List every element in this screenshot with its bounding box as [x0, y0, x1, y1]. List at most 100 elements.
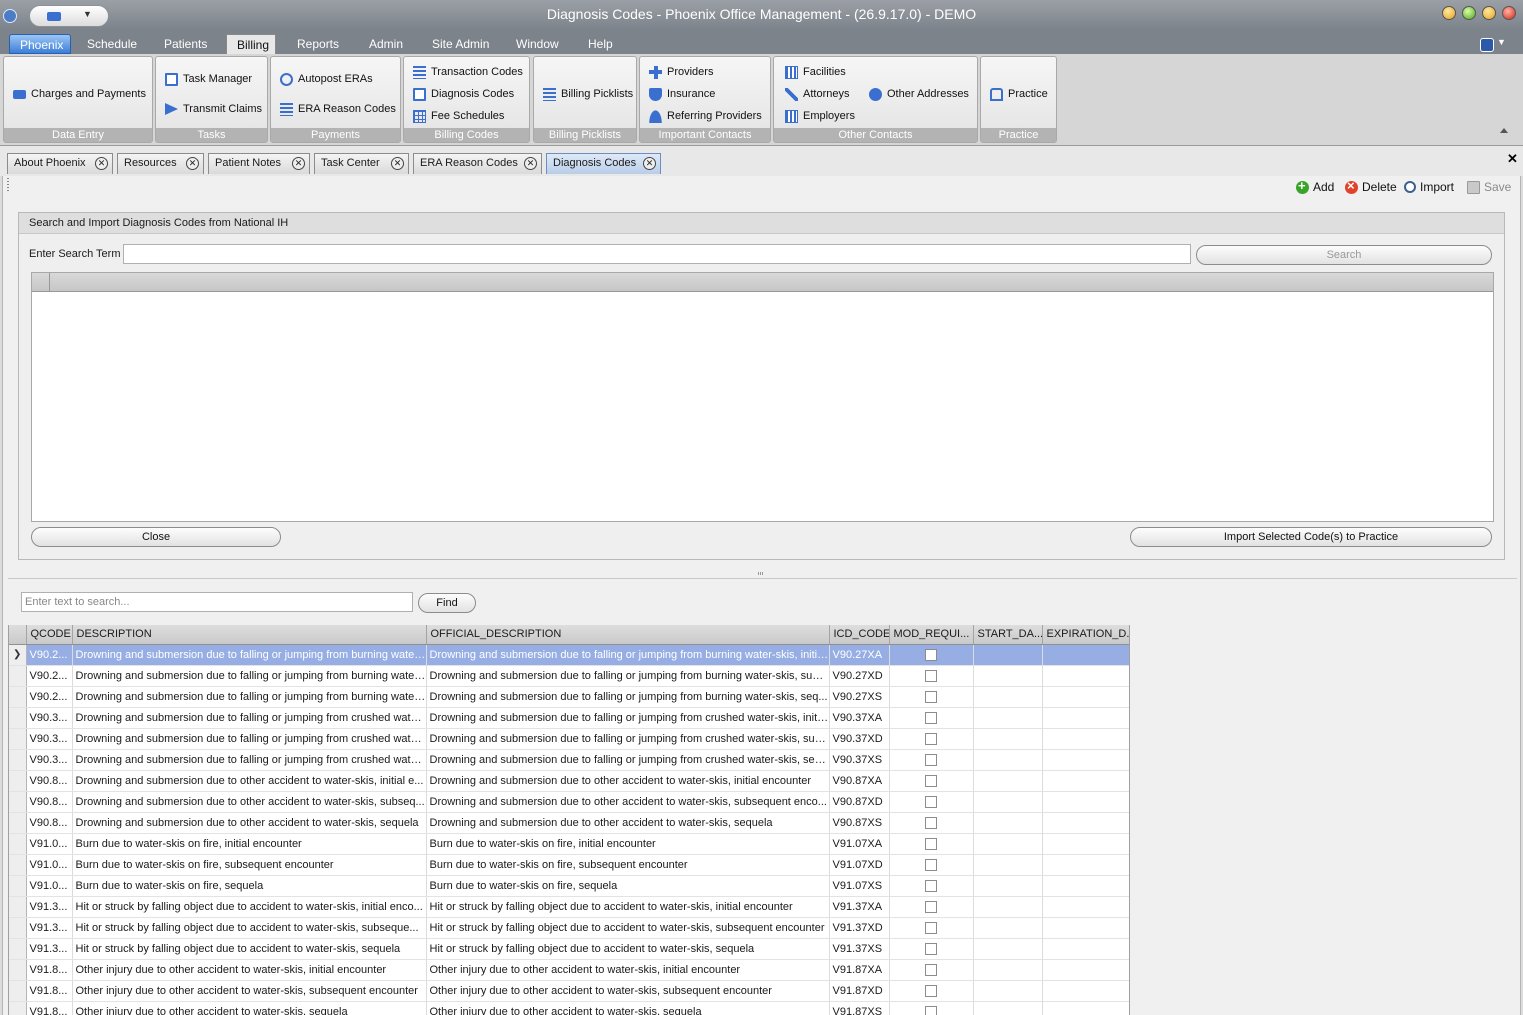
- menu-phoenix[interactable]: Phoenix: [9, 34, 71, 54]
- row-selector[interactable]: [9, 749, 27, 771]
- close-tab-icon[interactable]: ✕: [186, 157, 199, 170]
- collapse-ribbon-icon[interactable]: [1500, 128, 1508, 133]
- autopost-eras-button[interactable]: Autopost ERAs: [280, 70, 373, 88]
- row-selector[interactable]: [9, 791, 27, 813]
- referring-providers-button[interactable]: Referring Providers: [649, 107, 762, 125]
- row-selector[interactable]: [9, 875, 27, 897]
- menu-help[interactable]: Help: [578, 34, 623, 54]
- close-window-button[interactable]: [1502, 6, 1516, 20]
- close-tab-icon[interactable]: ✕: [292, 157, 305, 170]
- close-tab-icon[interactable]: ✕: [643, 157, 656, 170]
- mod-required-cell[interactable]: [889, 959, 974, 981]
- mod-required-cell[interactable]: [889, 980, 974, 1002]
- mod-required-checkbox[interactable]: [925, 942, 937, 955]
- mod-required-cell[interactable]: [889, 938, 974, 960]
- table-row[interactable]: V90.2... Drowning and submersion due to f…: [9, 665, 1129, 687]
- menu-site-admin[interactable]: Site Admin: [422, 34, 499, 54]
- era-reason-codes-button[interactable]: ERA Reason Codes: [280, 100, 396, 118]
- table-row[interactable]: V90.2... Drowning and submersion due to f…: [9, 686, 1129, 708]
- toolbar-grip[interactable]: [7, 178, 9, 192]
- mod-required-cell[interactable]: [889, 665, 974, 687]
- table-row[interactable]: V90.8... Drowning and submersion due to o…: [9, 791, 1129, 813]
- mod-required-checkbox[interactable]: [925, 963, 937, 976]
- billing-picklists-button[interactable]: Billing Picklists: [543, 85, 633, 103]
- row-selector[interactable]: [9, 1001, 27, 1015]
- insurance-button[interactable]: Insurance: [649, 85, 715, 103]
- task-manager-button[interactable]: Task Manager: [165, 70, 252, 88]
- providers-button[interactable]: Providers: [649, 63, 713, 81]
- restore-button[interactable]: [1482, 6, 1496, 20]
- menu-window[interactable]: Window: [506, 34, 569, 54]
- minimize-button[interactable]: [1442, 6, 1456, 20]
- mod-required-cell[interactable]: [889, 1001, 974, 1015]
- mod-required-cell[interactable]: [889, 875, 974, 897]
- tab-task-center[interactable]: Task Center ✕: [314, 153, 409, 174]
- row-selector[interactable]: [9, 959, 27, 981]
- add-button[interactable]: Add: [1296, 178, 1334, 195]
- mod-required-cell[interactable]: [889, 833, 974, 855]
- close-tab-icon[interactable]: ✕: [524, 157, 537, 170]
- table-row[interactable]: V91.8... Other injury due to other accide…: [9, 1001, 1129, 1015]
- row-selector[interactable]: [9, 707, 27, 729]
- table-row[interactable]: V91.8... Other injury due to other accide…: [9, 980, 1129, 1002]
- column-header-start-date[interactable]: START_DA...: [973, 625, 1043, 645]
- table-row[interactable]: V91.8... Other injury due to other accide…: [9, 959, 1129, 981]
- charges-and-payments-button[interactable]: Charges and Payments: [13, 85, 146, 103]
- select-all-cell[interactable]: [32, 273, 50, 292]
- table-row[interactable]: V91.3... Hit or struck by falling object …: [9, 896, 1129, 918]
- panel-splitter[interactable]: [758, 572, 763, 575]
- table-row[interactable]: V91.0... Burn due to water-skis on fire, …: [9, 833, 1129, 855]
- chevron-down-icon[interactable]: ▼: [1497, 37, 1506, 47]
- attorneys-button[interactable]: Attorneys: [785, 85, 849, 103]
- mod-required-checkbox[interactable]: [925, 1005, 937, 1015]
- facilities-button[interactable]: Facilities: [785, 63, 846, 81]
- employers-button[interactable]: Employers: [785, 107, 855, 125]
- mod-required-checkbox[interactable]: [925, 648, 937, 661]
- row-selector[interactable]: [9, 665, 27, 687]
- search-button[interactable]: Search: [1196, 245, 1492, 265]
- table-row[interactable]: V91.0... Burn due to water-skis on fire, …: [9, 875, 1129, 897]
- menu-billing[interactable]: Billing: [226, 34, 276, 54]
- mod-required-checkbox[interactable]: [925, 690, 937, 703]
- mod-required-checkbox[interactable]: [925, 984, 937, 997]
- row-selector[interactable]: [9, 896, 27, 918]
- diagnosis-codes-button[interactable]: Diagnosis Codes: [413, 85, 514, 103]
- import-selected-button[interactable]: Import Selected Code(s) to Practice: [1130, 527, 1492, 547]
- tab-about-phoenix[interactable]: About Phoenix ✕: [7, 153, 113, 174]
- mod-required-cell[interactable]: [889, 707, 974, 729]
- row-selector[interactable]: [9, 854, 27, 876]
- mod-required-cell[interactable]: [889, 791, 974, 813]
- column-header-qcode[interactable]: QCODE: [26, 625, 73, 645]
- row-selector[interactable]: [9, 917, 27, 939]
- mod-required-checkbox[interactable]: [925, 858, 937, 871]
- mod-required-checkbox[interactable]: [925, 711, 937, 724]
- close-all-tabs-icon[interactable]: ✕: [1507, 151, 1518, 167]
- mod-required-checkbox[interactable]: [925, 669, 937, 682]
- menu-patients[interactable]: Patients: [154, 34, 217, 54]
- table-row[interactable]: V90.3... Drowning and submersion due to f…: [9, 728, 1129, 750]
- import-button[interactable]: Import: [1404, 179, 1454, 195]
- row-selector[interactable]: [9, 770, 27, 792]
- mod-required-checkbox[interactable]: [925, 921, 937, 934]
- tab-resources[interactable]: Resources ✕: [117, 153, 204, 174]
- row-selector[interactable]: [9, 812, 27, 834]
- delete-button[interactable]: Delete: [1345, 178, 1397, 195]
- row-selector[interactable]: [9, 938, 27, 960]
- practice-button[interactable]: Practice: [990, 85, 1048, 103]
- table-row[interactable]: V91.3... Hit or struck by falling object …: [9, 938, 1129, 960]
- transaction-codes-button[interactable]: Transaction Codes: [413, 63, 523, 81]
- table-row[interactable]: V91.3... Hit or struck by falling object …: [9, 917, 1129, 939]
- table-row[interactable]: V91.0... Burn due to water-skis on fire, …: [9, 854, 1129, 876]
- search-term-input[interactable]: [123, 244, 1191, 264]
- mod-required-cell[interactable]: [889, 644, 974, 666]
- table-row[interactable]: V90.8... Drowning and submersion due to o…: [9, 812, 1129, 834]
- menu-reports[interactable]: Reports: [287, 34, 349, 54]
- tab-diagnosis-codes[interactable]: Diagnosis Codes ✕: [546, 153, 661, 174]
- row-selector[interactable]: [9, 728, 27, 750]
- mod-required-checkbox[interactable]: [925, 753, 937, 766]
- table-row[interactable]: V90.3... Drowning and submersion due to f…: [9, 749, 1129, 771]
- mod-required-checkbox[interactable]: [925, 837, 937, 850]
- mod-required-checkbox[interactable]: [925, 774, 937, 787]
- save-button[interactable]: Save: [1467, 179, 1511, 195]
- close-tab-icon[interactable]: ✕: [95, 157, 108, 170]
